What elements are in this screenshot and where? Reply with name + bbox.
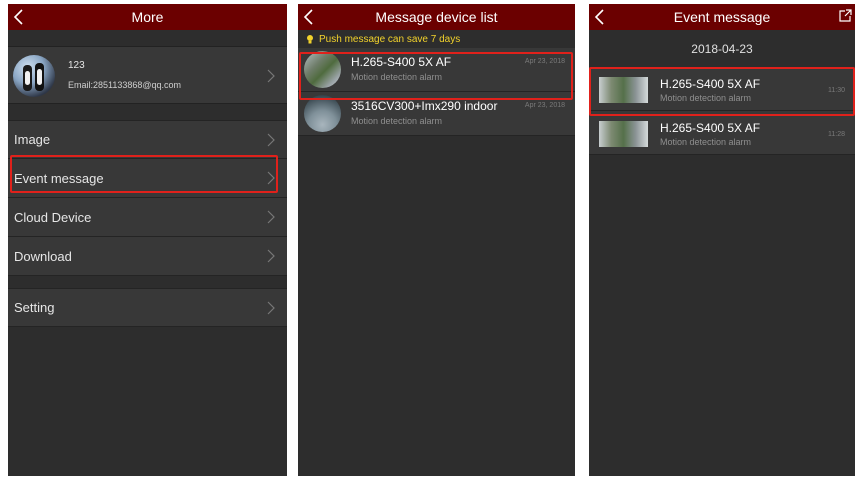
device-thumbnail — [304, 51, 341, 88]
menu-item-setting[interactable]: Setting — [8, 288, 287, 327]
device-row[interactable]: H.265-S400 5X AF Motion detection alarm … — [298, 48, 575, 92]
event-row[interactable]: H.265-S400 5X AF Motion detection alarm … — [589, 67, 855, 111]
device-name: H.265-S400 5X AF — [351, 55, 452, 69]
event-thumbnail — [599, 77, 648, 103]
back-icon[interactable] — [593, 7, 607, 27]
menu-item-label: Cloud Device — [14, 209, 92, 225]
device-date: Apr 23, 2018 — [524, 102, 565, 109]
notice-banner: Push message can save 7 days — [298, 30, 575, 48]
more-screen: More 123 Email:2851133868@qq.com Image E… — [8, 4, 287, 476]
page-title: Event message — [673, 9, 771, 25]
menu-item-label: Image — [14, 132, 51, 147]
back-icon[interactable] — [12, 7, 26, 27]
profile-name: 123 — [68, 60, 85, 71]
chevron-right-icon — [267, 301, 275, 315]
event-thumbnail — [599, 121, 648, 147]
page-title: Message device list — [375, 9, 498, 25]
avatar — [13, 55, 55, 97]
event-message-screen: Event message 2018-04-23 H.265-S400 5X A… — [589, 4, 855, 476]
menu-item-event-message[interactable]: Event message — [8, 159, 287, 198]
chevron-right-icon — [267, 133, 275, 147]
event-subtitle: Motion detection alarm — [660, 137, 752, 147]
device-subtitle: Motion detection alarm — [351, 116, 443, 126]
device-date: Apr 23, 2018 — [524, 58, 565, 65]
event-device-name: H.265-S400 5X AF — [660, 77, 761, 91]
lightbulb-icon — [306, 34, 314, 44]
profile-email: Email:2851133868@qq.com — [68, 80, 182, 90]
device-list-screen: Message device list Push message can sav… — [298, 4, 575, 476]
menu-item-image[interactable]: Image — [8, 120, 287, 159]
top-bar: More — [8, 4, 287, 30]
profile-row[interactable]: 123 Email:2851133868@qq.com — [8, 46, 287, 104]
page-title: More — [131, 9, 164, 25]
event-time: 11:30 — [828, 87, 845, 94]
top-bar: Message device list — [298, 4, 575, 30]
menu-item-download[interactable]: Download — [8, 237, 287, 276]
chevron-right-icon — [267, 249, 275, 263]
menu-item-label: Download — [14, 248, 72, 264]
menu-item-label: Setting — [14, 300, 55, 315]
menu-item-cloud-device[interactable]: Cloud Device — [8, 198, 287, 237]
device-subtitle: Motion detection alarm — [351, 72, 443, 82]
notice-text: Push message can save 7 days — [319, 33, 461, 45]
device-name: 3516CV300+Imx290 indoor — [351, 99, 498, 113]
event-row[interactable]: H.265-S400 5X AF Motion detection alarm … — [589, 111, 855, 155]
menu-item-label: Event message — [14, 170, 104, 186]
date-header: 2018-04-23 — [691, 41, 753, 56]
top-bar: Event message — [589, 4, 855, 30]
back-icon[interactable] — [302, 7, 316, 27]
event-time: 11:28 — [828, 131, 845, 138]
chevron-right-icon — [267, 69, 275, 83]
chevron-right-icon — [267, 171, 275, 185]
event-device-name: H.265-S400 5X AF — [660, 121, 761, 135]
share-icon[interactable] — [838, 9, 852, 23]
device-thumbnail — [304, 95, 341, 132]
chevron-right-icon — [267, 210, 275, 224]
device-row[interactable]: 3516CV300+Imx290 indoor Motion detection… — [298, 92, 575, 136]
event-subtitle: Motion detection alarm — [660, 93, 752, 103]
